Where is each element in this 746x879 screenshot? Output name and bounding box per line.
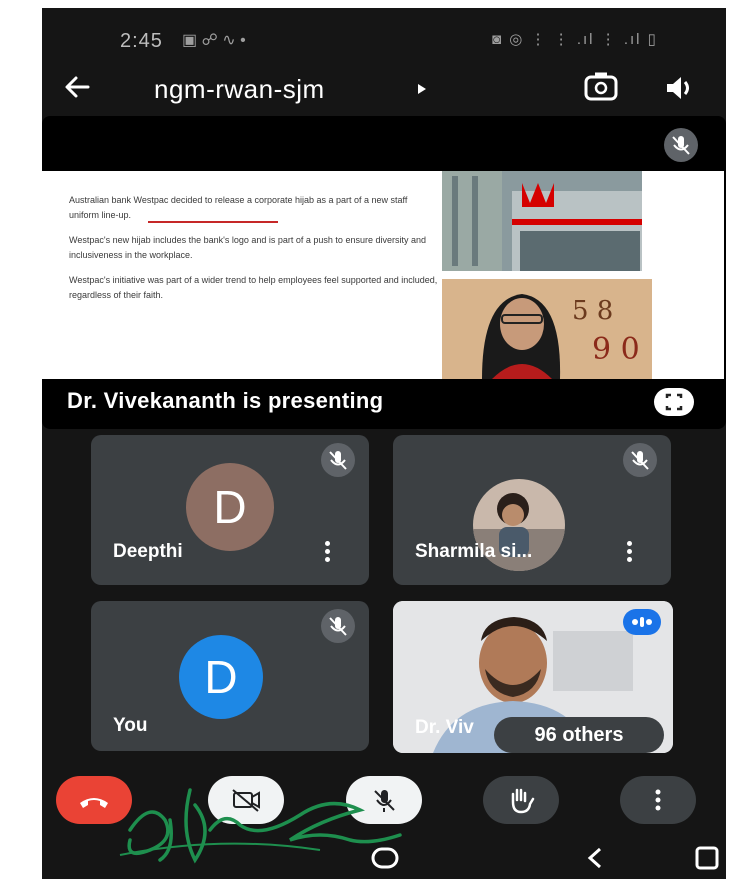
avatar: D: [186, 463, 274, 551]
meeting-details-arrow-icon[interactable]: [418, 84, 426, 94]
raise-hand-icon: [511, 788, 535, 814]
participant-name: Deepthi: [113, 541, 183, 562]
participant-name: You: [113, 715, 148, 736]
slide-paragraph: Westpac's new hijab includes the bank's …: [69, 235, 426, 260]
speaker-icon[interactable]: [664, 74, 694, 102]
back-arrow-icon[interactable]: [62, 72, 92, 102]
recents-icon[interactable]: [694, 845, 720, 871]
fullscreen-icon[interactable]: [654, 388, 694, 416]
presentation-tile[interactable]: Australian bank Westpac decided to relea…: [42, 116, 726, 429]
hijab-photo: 5 8 9 0: [442, 279, 652, 379]
mic-off-icon: [321, 443, 355, 477]
others-chip[interactable]: 96 others: [494, 717, 664, 753]
notification-icons: ▣ ☍ ∿ •: [182, 32, 246, 49]
switch-camera-icon[interactable]: [584, 72, 618, 102]
more-vert-icon: [655, 789, 661, 811]
more-options-icon[interactable]: [325, 541, 331, 565]
participant-tile-deepthi[interactable]: D Deepthi: [91, 435, 369, 585]
slide-text: Australian bank Westpac decided to relea…: [69, 193, 439, 313]
more-options-icon[interactable]: [627, 541, 633, 565]
back-nav-icon[interactable]: [582, 843, 606, 873]
speaking-indicator-icon: [623, 609, 661, 635]
shared-slide: Australian bank Westpac decided to relea…: [42, 171, 724, 379]
presenting-label: Dr. Vivekananth is presenting: [67, 388, 384, 413]
handwritten-signature: [119, 788, 402, 864]
mic-off-icon: [664, 128, 698, 162]
westpac-branch-photo: [442, 171, 642, 271]
system-status-icons: ◙ ◎ ⋮ ⋮ .ıl ⋮ .ıl ▯: [492, 31, 658, 48]
slide-underline: [148, 221, 278, 223]
svg-text:5 8: 5 8: [572, 296, 613, 326]
mic-off-icon: [623, 443, 657, 477]
meet-screen: 2:45 ▣ ☍ ∿ • ◙ ◎ ⋮ ⋮ .ıl ⋮ .ıl ▯ ngm-rwa…: [42, 8, 726, 879]
meeting-code[interactable]: ngm-rwan-sjm: [154, 74, 325, 105]
participant-tile-you[interactable]: D You: [91, 601, 369, 751]
mic-off-icon: [321, 609, 355, 643]
status-time: 2:45: [120, 30, 163, 52]
slide-paragraph: Westpac's initiative was part of a wider…: [69, 275, 438, 300]
svg-text:9 0: 9 0: [592, 332, 640, 367]
slide-paragraph: Australian bank Westpac decided to relea…: [69, 195, 408, 220]
avatar: D: [179, 635, 263, 719]
more-options-button[interactable]: [620, 776, 696, 824]
participant-name: Dr. Viv: [415, 717, 474, 738]
raise-hand-button[interactable]: [483, 776, 559, 824]
status-bar: 2:45 ▣ ☍ ∿ • ◙ ◎ ⋮ ⋮ .ıl ⋮ .ıl ▯: [42, 8, 726, 58]
participant-name: Sharmila si...: [415, 541, 533, 562]
app-bar: ngm-rwan-sjm: [42, 66, 726, 114]
participant-tile-sharmila[interactable]: Sharmila si...: [393, 435, 671, 585]
